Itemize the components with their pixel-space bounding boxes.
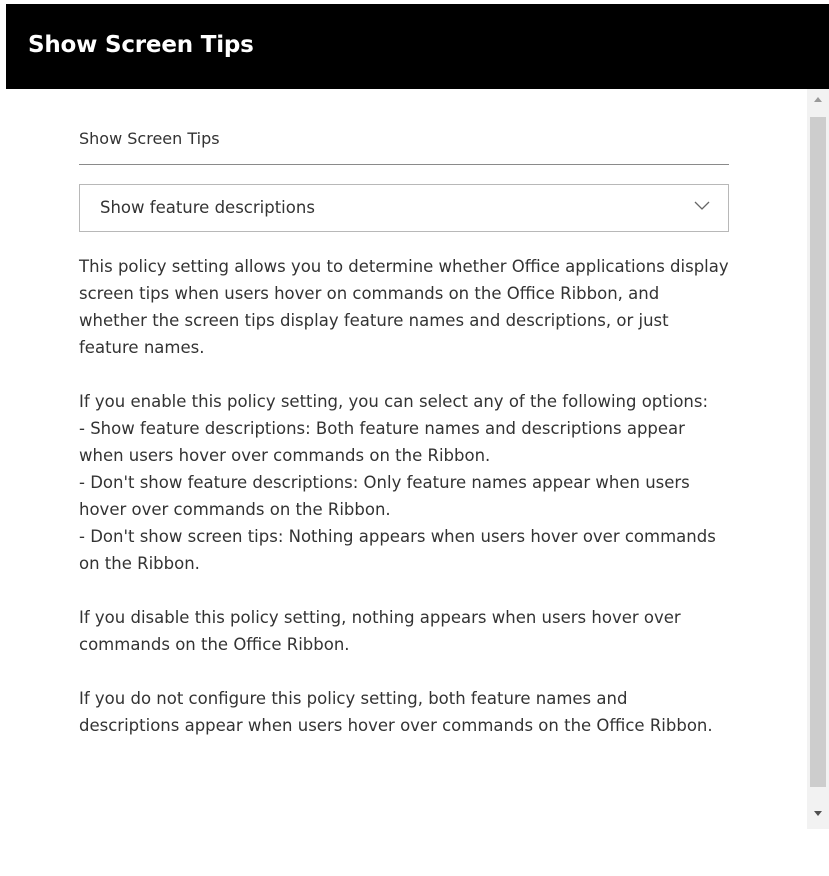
divider [79, 164, 729, 165]
description-paragraph: If you enable this policy setting, you c… [79, 392, 716, 573]
scrollbar-thumb[interactable] [810, 117, 826, 787]
description-paragraph: If you disable this policy setting, noth… [79, 608, 681, 654]
setting-label: Show Screen Tips [79, 129, 220, 148]
dropdown-selected-value: Show feature descriptions [100, 198, 315, 217]
scroll-up-arrow-icon[interactable] [814, 97, 822, 102]
chevron-down-icon[interactable] [694, 201, 710, 211]
vertical-scrollbar[interactable] [807, 89, 829, 829]
description-paragraph: This policy setting allows you to determ… [79, 257, 729, 357]
panel-title: Show Screen Tips [28, 31, 254, 58]
scroll-down-arrow-icon[interactable] [814, 811, 822, 816]
screen-tips-dropdown[interactable]: Show feature descriptions [79, 184, 729, 232]
policy-description: This policy setting allows you to determ… [79, 253, 729, 766]
description-paragraph: If you do not configure this policy sett… [79, 689, 713, 735]
panel-header: Show Screen Tips [6, 4, 829, 89]
